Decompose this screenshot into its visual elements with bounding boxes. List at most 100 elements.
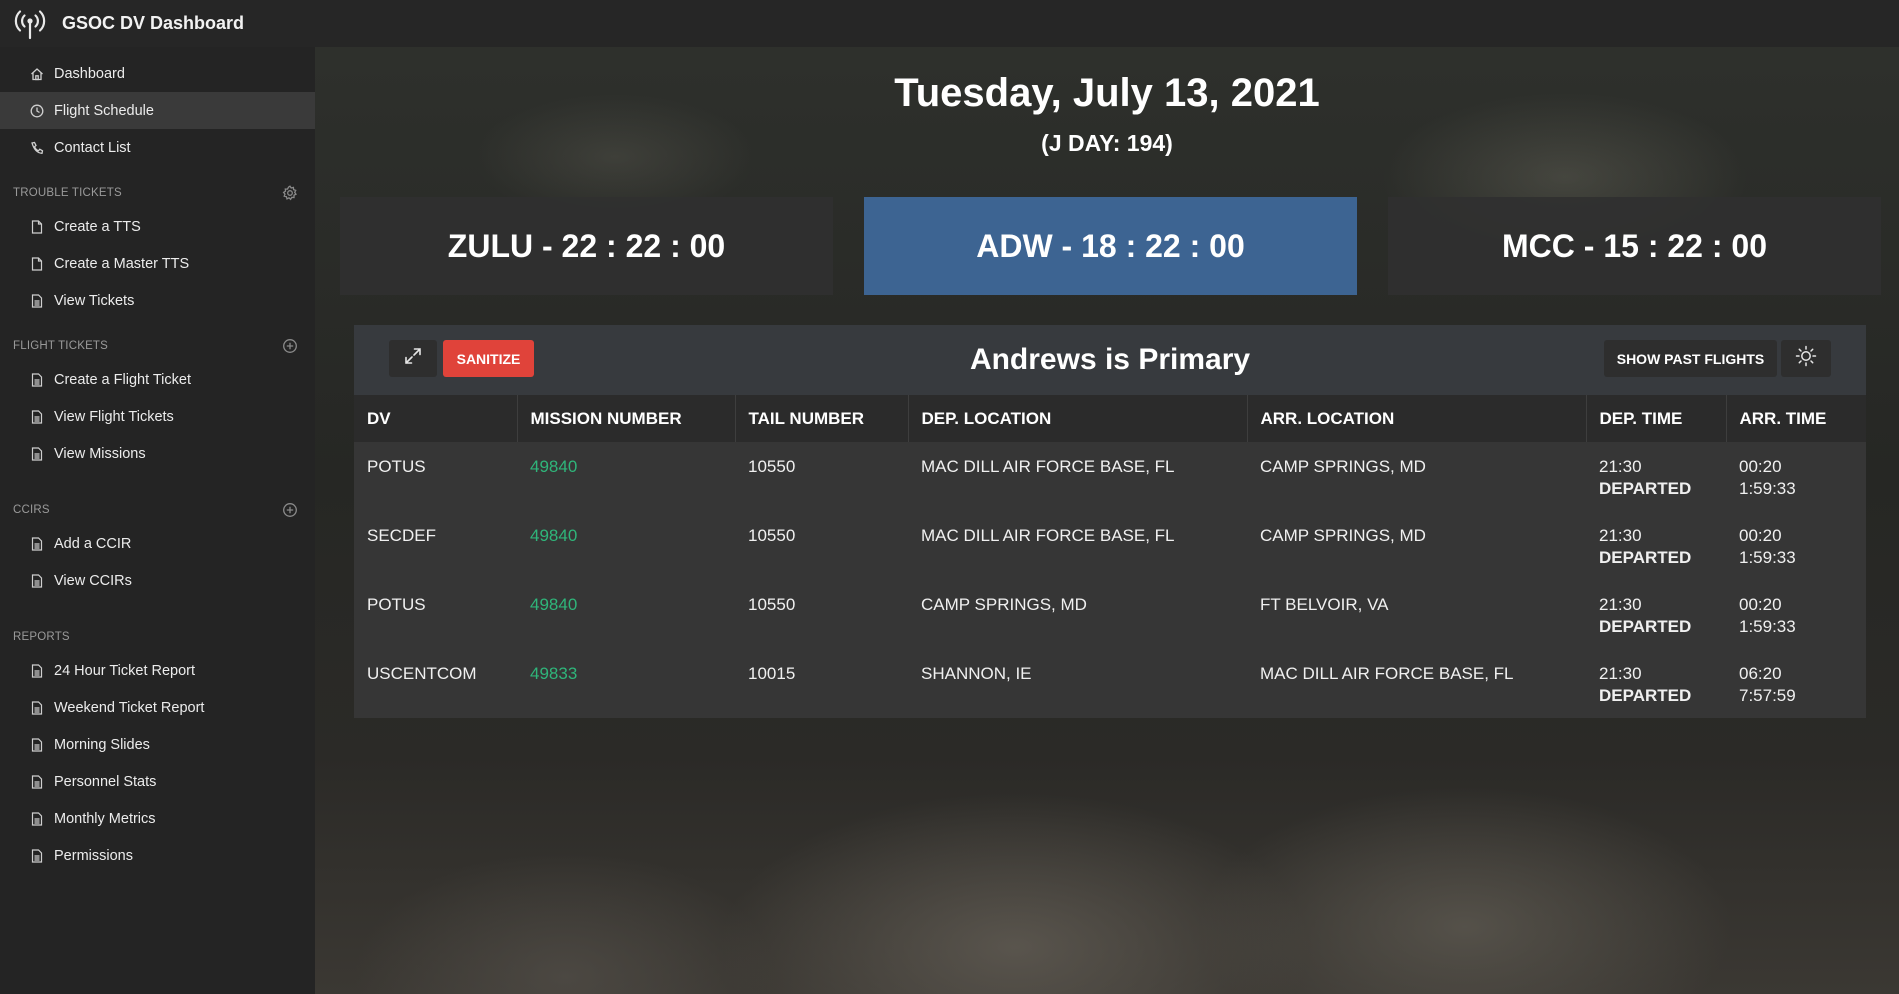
arr-time: 00:20 (1739, 595, 1782, 614)
sanitize-button[interactable]: SANITIZE (443, 340, 534, 377)
sidebar-item-morning-slides[interactable]: Morning Slides (0, 726, 315, 763)
column-header-arr-location: ARR. LOCATION (1247, 395, 1587, 442)
column-header-dv: DV (354, 395, 518, 442)
dv-cell: SECDEF (367, 526, 436, 545)
sidebar-item-permissions[interactable]: Permissions (0, 837, 315, 874)
document-lines-icon (29, 700, 45, 716)
show-past-flights-button[interactable]: SHOW PAST FLIGHTS (1604, 340, 1777, 377)
sidebar-item-label: 24 Hour Ticket Report (54, 662, 196, 679)
document-lines-icon (29, 573, 45, 589)
sidebar-item-24-hour-ticket-report[interactable]: 24 Hour Ticket Report (0, 652, 315, 689)
mission-number-link[interactable]: 49840 (517, 442, 735, 511)
sidebar-item-create-master-tts[interactable]: Create a Master TTS (0, 245, 315, 282)
section-trouble-tickets: TROUBLE TICKETS (0, 178, 315, 208)
sidebar-item-label: Add a CCIR (54, 535, 132, 552)
sidebar-item-add-ccir[interactable]: Add a CCIR (0, 525, 315, 562)
sidebar-item-create-tts[interactable]: Create a TTS (0, 208, 315, 245)
dep-status: DEPARTED (1599, 686, 1692, 705)
sidebar-item-label: View Missions (54, 445, 146, 462)
sidebar-item-view-tickets[interactable]: View Tickets (0, 282, 315, 319)
arr-countdown: 1:59:33 (1739, 479, 1796, 498)
column-header-mission-number: MISSION NUMBER (517, 395, 736, 442)
arr-location-cell: MAC DILL AIR FORCE BASE, FL (1260, 664, 1514, 683)
sidebar-item-create-flight-ticket[interactable]: Create a Flight Ticket (0, 361, 315, 398)
document-lines-icon (29, 774, 45, 790)
tail-number-cell: 10015 (748, 664, 796, 683)
sun-icon (1795, 345, 1817, 372)
gear-icon[interactable] (281, 184, 299, 202)
theme-toggle-button[interactable] (1781, 340, 1831, 377)
sidebar-item-view-missions[interactable]: View Missions (0, 435, 315, 472)
julian-day: (J DAY: 194) (1041, 130, 1173, 156)
adw-clock: ADW - 18 : 22 : 00 (864, 197, 1357, 295)
table-row[interactable]: USCENTCOM 49833 10015 SHANNON, IE MAC DI… (354, 649, 1866, 718)
sidebar-item-contact-list[interactable]: Contact List (0, 129, 315, 166)
mission-number-link[interactable]: 49833 (517, 649, 735, 718)
sidebar-item-monthly-metrics[interactable]: Monthly Metrics (0, 800, 315, 837)
sidebar-item-view-ccirs[interactable]: View CCIRs (0, 562, 315, 599)
tail-number-cell: 10550 (748, 457, 796, 476)
tail-number-cell: 10550 (748, 526, 796, 545)
plus-circle-icon[interactable] (281, 501, 299, 519)
sidebar-item-weekend-ticket-report[interactable]: Weekend Ticket Report (0, 689, 315, 726)
dep-status: DEPARTED (1599, 548, 1692, 567)
plus-circle-icon[interactable] (281, 337, 299, 355)
table-row[interactable]: POTUS 49840 10550 CAMP SPRINGS, MD FT BE… (354, 580, 1866, 649)
panel-header: SANITIZE Andrews is Primary SHOW PAST FL… (354, 325, 1866, 395)
expand-button[interactable] (389, 340, 437, 377)
sidebar-item-label: Monthly Metrics (54, 810, 156, 827)
top-bar: GSOC DV Dashboard (0, 0, 1899, 47)
document-lines-icon (29, 536, 45, 552)
flight-schedule-panel: SANITIZE Andrews is Primary SHOW PAST FL… (354, 325, 1866, 718)
sidebar-item-label: Contact List (54, 139, 131, 156)
mission-number-link[interactable]: 49840 (517, 511, 735, 580)
sidebar-item-label: View CCIRs (54, 572, 132, 589)
arr-time: 00:20 (1739, 457, 1782, 476)
table-row[interactable]: SECDEF 49840 10550 MAC DILL AIR FORCE BA… (354, 511, 1866, 580)
sidebar-item-label: Permissions (54, 847, 133, 864)
document-icon (29, 219, 45, 235)
mcc-clock: MCC - 15 : 22 : 00 (1388, 197, 1881, 295)
sidebar-item-flight-schedule[interactable]: Flight Schedule (0, 92, 315, 129)
sidebar-item-label: View Flight Tickets (54, 408, 174, 425)
sidebar-item-personnel-stats[interactable]: Personnel Stats (0, 763, 315, 800)
dv-cell: POTUS (367, 595, 426, 614)
sidebar-item-label: View Tickets (54, 292, 135, 309)
dep-time-cell: 21:30 DEPARTED (1586, 649, 1726, 718)
column-header-tail-number: TAIL NUMBER (735, 395, 909, 442)
dep-time: 21:30 (1599, 595, 1642, 614)
arr-time-cell: 06:20 7:57:59 (1726, 649, 1866, 718)
document-lines-icon (29, 446, 45, 462)
table-row[interactable]: POTUS 49840 10550 MAC DILL AIR FORCE BAS… (354, 442, 1866, 511)
sidebar-item-view-flight-tickets[interactable]: View Flight Tickets (0, 398, 315, 435)
phone-icon (29, 140, 45, 156)
sidebar-item-dashboard[interactable]: Dashboard (0, 55, 315, 92)
dep-status: DEPARTED (1599, 479, 1692, 498)
dep-location-cell: MAC DILL AIR FORCE BASE, FL (921, 457, 1175, 476)
section-heading: TROUBLE TICKETS (13, 187, 122, 199)
mission-number-link[interactable]: 49840 (517, 580, 735, 649)
dep-location-cell: MAC DILL AIR FORCE BASE, FL (921, 526, 1175, 545)
dv-cell: USCENTCOM (367, 664, 477, 683)
dep-time-cell: 21:30 DEPARTED (1586, 511, 1726, 580)
section-reports: REPORTS (0, 622, 315, 652)
main-content: Tuesday, July 13, 2021 (J DAY: 194) ZULU… (315, 47, 1899, 994)
section-heading: REPORTS (13, 631, 70, 643)
home-icon (29, 66, 45, 82)
column-header-dep-time: DEP. TIME (1586, 395, 1727, 442)
document-lines-icon (29, 372, 45, 388)
document-lines-icon (29, 293, 45, 309)
sidebar-item-label: Flight Schedule (54, 102, 154, 119)
section-ccirs: CCIRS (0, 495, 315, 525)
column-header-dep-location: DEP. LOCATION (908, 395, 1248, 442)
section-heading: FLIGHT TICKETS (13, 340, 109, 352)
expand-icon (403, 346, 423, 371)
arr-time: 06:20 (1739, 664, 1782, 683)
arr-location-cell: FT BELVOIR, VA (1260, 595, 1389, 614)
arr-location-cell: CAMP SPRINGS, MD (1260, 457, 1426, 476)
arr-time-cell: 00:20 1:59:33 (1726, 511, 1866, 580)
document-lines-icon (29, 848, 45, 864)
broadcast-tower-icon (12, 6, 48, 42)
sidebar-item-label: Create a Flight Ticket (54, 371, 191, 388)
sidebar-item-label: Weekend Ticket Report (54, 699, 205, 716)
